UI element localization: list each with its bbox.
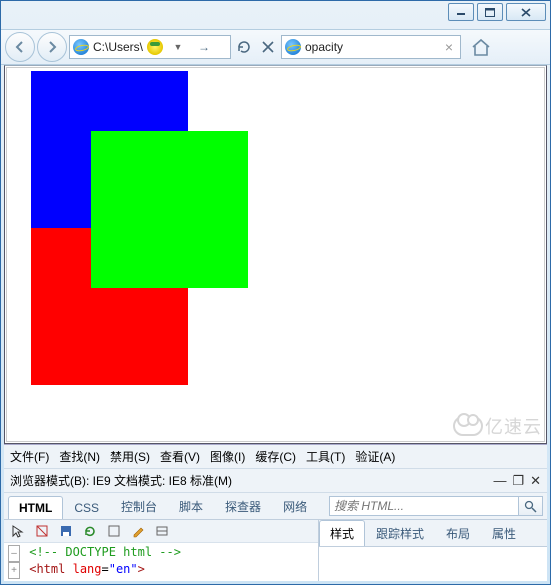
- devtools-mode-row: 浏览器模式(B): IE9 文档模式: IE8 标准(M) — ❐ ✕: [4, 469, 547, 493]
- styles-body: [319, 547, 547, 581]
- devtools-tabrow: HTML CSS 控制台 脚本 探查器 网络: [4, 493, 547, 520]
- tab-console[interactable]: 控制台: [110, 493, 168, 519]
- menu-tools[interactable]: 工具(T): [306, 448, 345, 465]
- search-button[interactable]: [519, 496, 543, 516]
- content-area: 亿速云: [4, 65, 547, 444]
- menu-disable[interactable]: 禁用(S): [110, 448, 150, 465]
- clear-cache-icon[interactable]: [34, 523, 50, 539]
- tab-profiler[interactable]: 探查器: [214, 493, 272, 519]
- green-square: [91, 131, 248, 288]
- page-tab[interactable]: opacity ×: [281, 35, 461, 59]
- close-button[interactable]: [506, 3, 546, 21]
- right-tabs: 样式 跟踪样式 布局 属性: [319, 520, 547, 547]
- devtools-window-controls: — ❐ ✕: [493, 473, 541, 489]
- menu-validate[interactable]: 验证(A): [355, 448, 395, 465]
- maximize-button[interactable]: [477, 3, 503, 21]
- devtools-unpin-icon[interactable]: ❐: [512, 473, 524, 489]
- devtools-panel: 文件(F) 查找(N) 禁用(S) 查看(V) 图像(I) 缓存(C) 工具(T…: [4, 444, 547, 581]
- menu-view[interactable]: 查看(V): [160, 448, 200, 465]
- tab-title: opacity: [305, 40, 343, 54]
- browser-mode-label[interactable]: 浏览器模式(B): IE9 文档模式: IE8 标准(M): [10, 472, 232, 489]
- ie-tab-icon: [285, 39, 301, 55]
- titlebar: [1, 1, 550, 29]
- rtab-attrs[interactable]: 属性: [481, 520, 527, 546]
- compat-view-icon[interactable]: [147, 39, 163, 55]
- edit-icon[interactable]: [130, 523, 146, 539]
- dropdown-icon[interactable]: ▼: [167, 36, 189, 58]
- home-button[interactable]: [463, 32, 499, 62]
- attributes-icon[interactable]: [154, 523, 170, 539]
- devtools-menubar: 文件(F) 查找(N) 禁用(S) 查看(V) 图像(I) 缓存(C) 工具(T…: [4, 445, 547, 469]
- stop-button[interactable]: [257, 36, 279, 58]
- navbar: C:\Users\ ▼ → opacity ×: [1, 29, 550, 65]
- devtools-body: – <!-- DOCTYPE html --> + <html lang="en…: [4, 520, 547, 581]
- devtools-close-icon[interactable]: ✕: [530, 473, 541, 489]
- ie-window: C:\Users\ ▼ → opacity × 亿速云 文件(F) 查找(N) …: [0, 0, 551, 585]
- dom-pane: – <!-- DOCTYPE html --> + <html lang="en…: [4, 520, 319, 581]
- styles-pane: 样式 跟踪样式 布局 属性: [319, 520, 547, 581]
- tab-html[interactable]: HTML: [8, 496, 63, 519]
- save-icon[interactable]: [58, 523, 74, 539]
- tab-script[interactable]: 脚本: [168, 493, 214, 519]
- url-text: C:\Users\: [93, 40, 143, 54]
- search-input[interactable]: [329, 496, 519, 516]
- select-element-icon[interactable]: [10, 523, 26, 539]
- devtools-minimize-icon[interactable]: —: [493, 473, 506, 488]
- tab-css[interactable]: CSS: [63, 496, 110, 519]
- rtab-styles[interactable]: 样式: [319, 520, 365, 546]
- rtab-trace[interactable]: 跟踪样式: [365, 520, 435, 546]
- rtab-layout[interactable]: 布局: [435, 520, 481, 546]
- refresh-dom-icon[interactable]: [82, 523, 98, 539]
- dom-tree[interactable]: – <!-- DOCTYPE html --> + <html lang="en…: [4, 543, 318, 581]
- tab-close-icon[interactable]: ×: [441, 39, 457, 55]
- go-arrow-icon[interactable]: →: [193, 36, 215, 58]
- minimize-button[interactable]: [448, 3, 474, 21]
- menu-cache[interactable]: 缓存(C): [255, 448, 296, 465]
- watermark: 亿速云: [453, 413, 542, 439]
- devtools-search: [325, 493, 547, 519]
- devtools-tabs: HTML CSS 控制台 脚本 探查器 网络: [4, 493, 318, 519]
- element-box-icon[interactable]: [106, 523, 122, 539]
- menu-find[interactable]: 查找(N): [59, 448, 100, 465]
- ie-page-icon: [73, 39, 89, 55]
- page-viewport: [6, 67, 545, 442]
- address-bar[interactable]: C:\Users\ ▼ →: [69, 35, 231, 59]
- forward-button[interactable]: [37, 32, 67, 62]
- dom-toolbar: [4, 520, 318, 543]
- menu-file[interactable]: 文件(F): [10, 448, 49, 465]
- refresh-button[interactable]: [233, 36, 255, 58]
- cloud-icon: [453, 416, 483, 436]
- tab-network[interactable]: 网络: [272, 493, 318, 519]
- menu-images[interactable]: 图像(I): [210, 448, 245, 465]
- back-button[interactable]: [5, 32, 35, 62]
